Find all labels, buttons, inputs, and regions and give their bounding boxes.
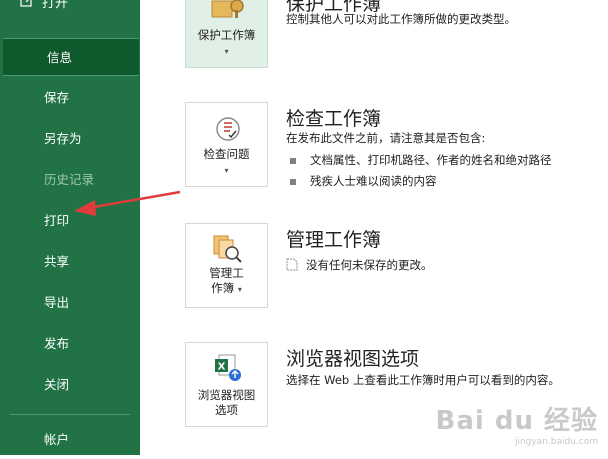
annotation-arrow	[74, 190, 181, 216]
baidu-watermark: Bai du 经验 jingyan.baidu.com	[435, 406, 599, 447]
